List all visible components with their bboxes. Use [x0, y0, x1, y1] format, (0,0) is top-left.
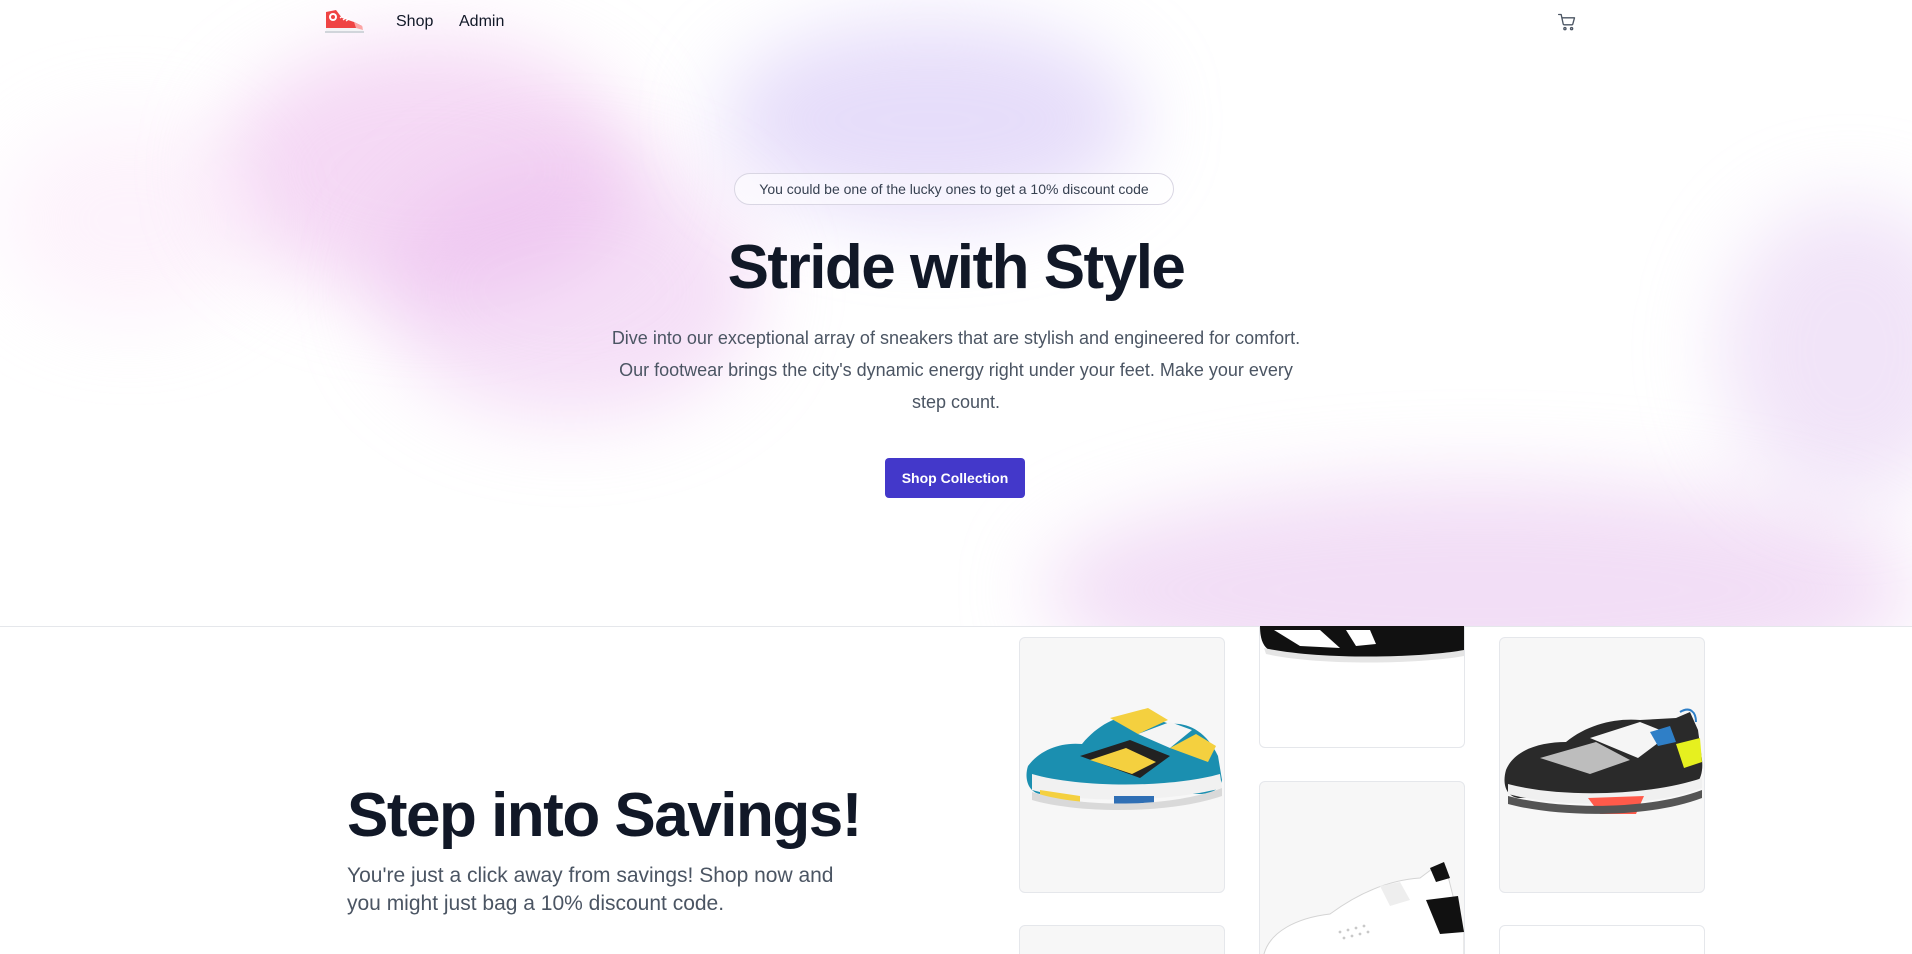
cart-icon[interactable] [1557, 12, 1577, 32]
product-image-card[interactable] [1019, 925, 1225, 954]
hero-section: Shop Admin You could be one of the lucky… [0, 0, 1912, 627]
discount-badge: You could be one of the lucky ones to ge… [734, 173, 1174, 205]
hero-description: Dive into our exceptional array of sneak… [611, 328, 1301, 412]
top-nav: Shop Admin [0, 0, 1912, 44]
product-image-card[interactable] [1259, 626, 1465, 748]
product-image-card[interactable] [1499, 925, 1705, 954]
hero-title: Stride with Style [727, 233, 1186, 302]
product-image-card[interactable] [1259, 781, 1465, 954]
savings-title: Step into Savings! [347, 781, 862, 850]
savings-description: You're just a click away from savings! S… [347, 864, 834, 915]
nav-link-shop[interactable]: Shop [396, 13, 433, 31]
nav-link-admin[interactable]: Admin [459, 13, 504, 31]
sneaker-image-black [1260, 626, 1464, 663]
product-image-card[interactable] [1499, 637, 1705, 893]
sneaker-image-colorful [1026, 708, 1222, 811]
hero-gradient-blob [1040, 480, 1912, 626]
sneaker-image-grey [1504, 708, 1703, 814]
sneaker-logo-icon[interactable] [322, 6, 366, 36]
product-image-card[interactable] [1019, 637, 1225, 893]
shop-collection-button[interactable]: Shop Collection [885, 458, 1025, 498]
page: Shop Admin You could be one of the lucky… [0, 0, 1912, 954]
sneaker-image-white [1263, 862, 1464, 954]
